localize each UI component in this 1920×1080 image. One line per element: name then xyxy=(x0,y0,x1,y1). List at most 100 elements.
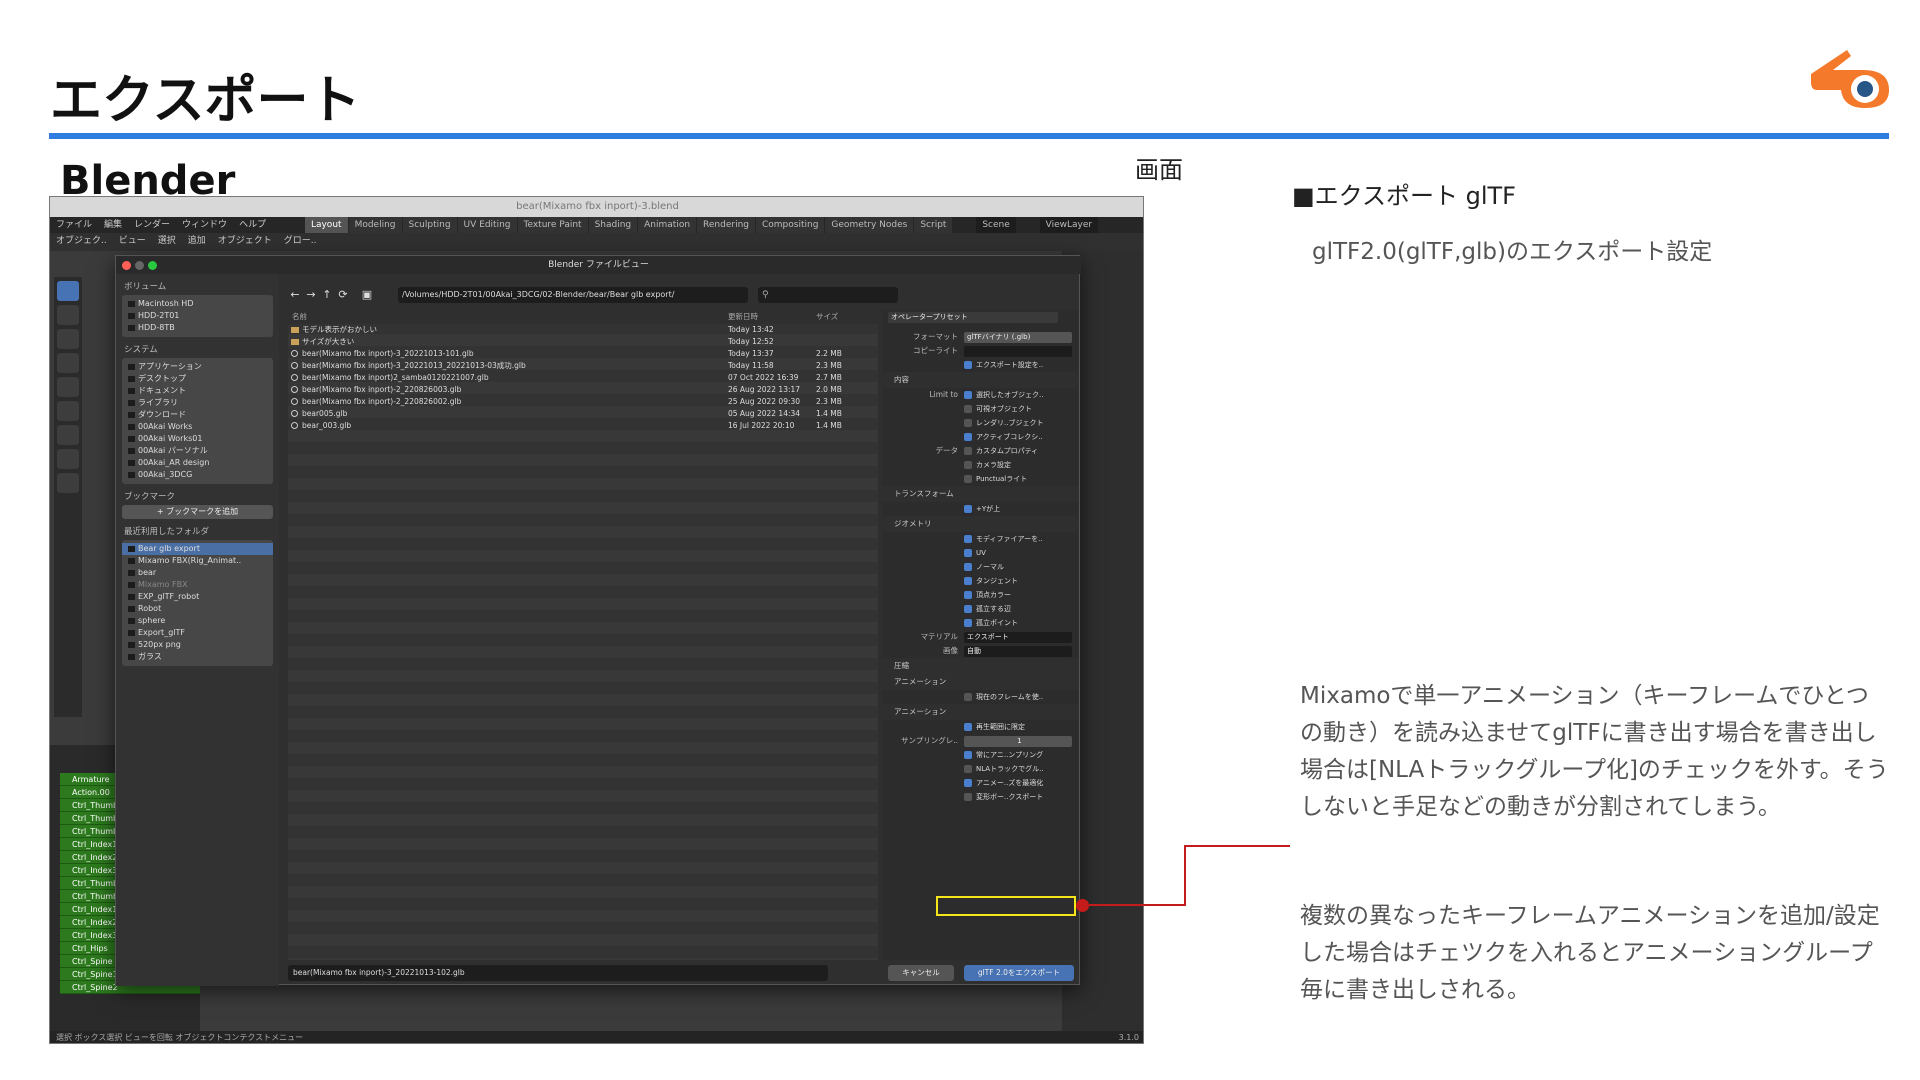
yup-checkbox[interactable] xyxy=(964,505,972,513)
file-row[interactable]: bear(Mixamo fbx inport)-3_20221013_20221… xyxy=(288,360,878,372)
file-row[interactable]: bear005.glb 05 Aug 2022 14:34 1.4 MB xyxy=(288,408,878,420)
option-checkbox[interactable] xyxy=(964,447,972,455)
option-checkbox[interactable] xyxy=(964,723,972,731)
sidebar-item[interactable]: アプリケーション xyxy=(122,361,273,373)
measure-tool[interactable] xyxy=(57,449,79,469)
rotate-tool[interactable] xyxy=(57,353,79,373)
option-checkbox[interactable] xyxy=(964,535,972,543)
close-icon[interactable] xyxy=(122,261,131,270)
add-cube-tool[interactable] xyxy=(57,473,79,493)
sidebar-item[interactable]: ライブラリ xyxy=(122,397,273,409)
option-checkbox[interactable] xyxy=(964,779,972,787)
annotate-tool[interactable] xyxy=(57,425,79,445)
sidebar-item[interactable]: Mixamo FBX(Rig_Animat.. xyxy=(122,555,273,567)
maximize-icon[interactable] xyxy=(148,261,157,270)
tab-workspace[interactable]: Sculpting xyxy=(402,217,457,233)
geometry-section[interactable]: ジオメトリ xyxy=(882,516,1078,532)
sidebar-item[interactable]: 00Akai Works xyxy=(122,421,273,433)
option-checkbox[interactable] xyxy=(964,549,972,557)
move-tool[interactable] xyxy=(57,329,79,349)
option-checkbox[interactable] xyxy=(964,475,972,483)
menu-item[interactable]: レンダー xyxy=(134,217,170,233)
file-row[interactable]: bear(Mixamo fbx inport)-3_20221013-101.g… xyxy=(288,348,878,360)
compress-section[interactable]: 圧縮 xyxy=(882,658,1078,674)
sidebar-item[interactable]: Export_glTF xyxy=(122,627,273,639)
minimize-icon[interactable] xyxy=(135,261,144,270)
sidebar-item[interactable]: Bear glb export xyxy=(122,543,273,555)
file-row[interactable]: bear(Mixamo fbx inport)-2_220826002.glb 2… xyxy=(288,396,878,408)
add-bookmark-button[interactable]: + ブックマークを追加 xyxy=(122,505,273,519)
sidebar-item[interactable]: 00Akai_3DCG xyxy=(122,469,273,481)
sidebar-item[interactable]: デスクトップ xyxy=(122,373,273,385)
sidebar-item[interactable]: bear xyxy=(122,567,273,579)
option-checkbox[interactable] xyxy=(964,405,972,413)
select-tool[interactable] xyxy=(57,281,79,301)
viewlayer-field[interactable]: ViewLayer xyxy=(1039,217,1099,233)
remember-checkbox[interactable] xyxy=(964,361,972,369)
animation-subsection[interactable]: アニメーション xyxy=(882,704,1078,720)
scale-tool[interactable] xyxy=(57,377,79,397)
option-checkbox[interactable] xyxy=(964,765,972,773)
sidebar-item[interactable]: 00Akai Works01 xyxy=(122,433,273,445)
option-checkbox[interactable] xyxy=(964,563,972,571)
back-icon[interactable]: ← xyxy=(288,287,302,303)
option-checkbox[interactable] xyxy=(964,591,972,599)
tab-workspace[interactable]: UV Editing xyxy=(457,217,517,233)
sidebar-item[interactable]: 00Akai パーソナル xyxy=(122,445,273,457)
tab-workspace[interactable]: Script xyxy=(914,217,953,233)
transform-section[interactable]: トランスフォーム xyxy=(882,486,1078,502)
sampling-field[interactable]: 1 xyxy=(964,736,1072,747)
operator-preset[interactable]: オペレータープリセット xyxy=(888,312,1058,323)
search-input[interactable]: ⚲ xyxy=(758,287,898,303)
refresh-icon[interactable]: ⟳ xyxy=(336,287,350,303)
tab-workspace[interactable]: Layout xyxy=(304,217,348,233)
menu-item[interactable]: ファイル xyxy=(56,217,92,233)
material-select[interactable]: エクスポート xyxy=(964,632,1072,643)
option-checkbox[interactable] xyxy=(964,793,972,801)
sidebar-item[interactable]: HDD-8TB xyxy=(122,322,273,334)
scene-field[interactable]: Scene xyxy=(976,217,1016,233)
sidebar-item[interactable]: HDD-2T01 xyxy=(122,310,273,322)
current-frame-checkbox[interactable] xyxy=(964,693,972,701)
sidebar-item[interactable]: Macintosh HD xyxy=(122,298,273,310)
content-section[interactable]: 内容 xyxy=(882,372,1078,388)
option-checkbox[interactable] xyxy=(964,577,972,585)
option-checkbox[interactable] xyxy=(964,605,972,613)
option-checkbox[interactable] xyxy=(964,419,972,427)
sidebar-item[interactable]: EXP_glTF_robot xyxy=(122,591,273,603)
sidebar-item[interactable]: ガラス xyxy=(122,651,273,663)
animation-section[interactable]: アニメーション xyxy=(882,674,1078,690)
transform-tool[interactable] xyxy=(57,401,79,421)
tab-workspace[interactable]: Modeling xyxy=(348,217,402,233)
export-button[interactable]: glTF 2.0をエクスポート xyxy=(964,965,1074,981)
parent-icon[interactable]: ↑ xyxy=(320,287,334,303)
format-select[interactable]: glTFバイナリ (.glb) xyxy=(964,332,1072,343)
image-select[interactable]: 自動 xyxy=(964,646,1072,657)
cancel-button[interactable]: キャンセル xyxy=(888,965,954,981)
viewport-menu-item[interactable]: 追加 xyxy=(188,233,206,249)
tab-workspace[interactable]: Geometry Nodes xyxy=(825,217,914,233)
col-name[interactable]: 名前 xyxy=(292,310,307,324)
tab-workspace[interactable]: Animation xyxy=(638,217,697,233)
tab-workspace[interactable]: Texture Paint xyxy=(517,217,588,233)
cursor-tool[interactable] xyxy=(57,305,79,325)
file-row[interactable]: モデル表示がおかしい Today 13:42 xyxy=(288,324,878,336)
col-date[interactable]: 更新日時 xyxy=(728,310,758,324)
tab-workspace[interactable]: Rendering xyxy=(697,217,755,233)
new-folder-icon[interactable]: ▣ xyxy=(360,287,374,303)
filename-field[interactable]: bear(Mixamo fbx inport)-3_20221013-102.g… xyxy=(288,965,828,981)
sidebar-item[interactable]: Mixamo FBX xyxy=(122,579,273,591)
viewport-menu-item[interactable]: オブジェクト xyxy=(218,233,272,249)
file-row[interactable]: サイズが大きい Today 12:52 xyxy=(288,336,878,348)
viewport-menu-item[interactable]: ビュー xyxy=(119,233,146,249)
file-row[interactable]: bear(Mixamo fbx inport)-2_220826003.glb 2… xyxy=(288,384,878,396)
viewport-menu-item[interactable]: オブジェク.. xyxy=(56,233,107,249)
sidebar-item[interactable]: Robot xyxy=(122,603,273,615)
menu-item[interactable]: 編集 xyxy=(104,217,122,233)
option-checkbox[interactable] xyxy=(964,433,972,441)
tab-workspace[interactable]: Shading xyxy=(588,217,638,233)
menu-item[interactable]: ヘルプ xyxy=(239,217,266,233)
copyright-field[interactable] xyxy=(964,346,1072,357)
viewport-menu-item[interactable]: 選択 xyxy=(158,233,176,249)
file-row[interactable]: bear_003.glb 16 Jul 2022 20:10 1.4 MB xyxy=(288,420,878,432)
